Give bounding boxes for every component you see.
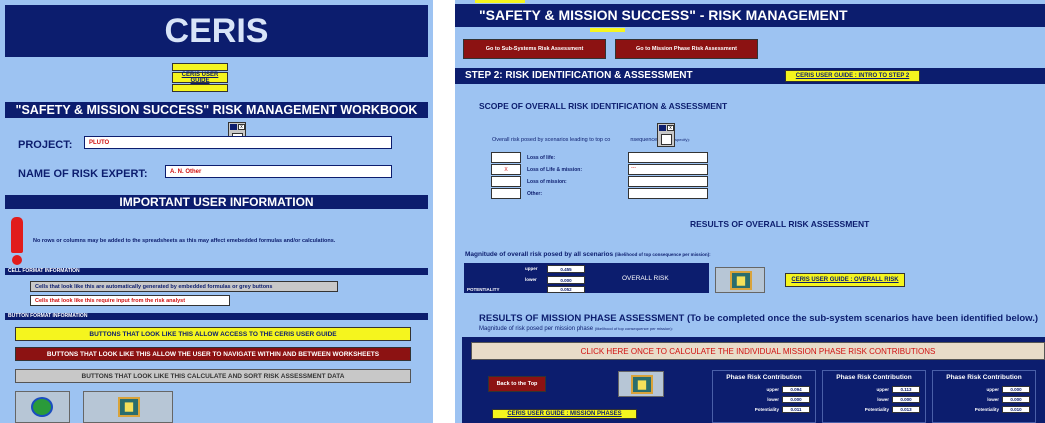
- check-cell[interactable]: X: [491, 164, 521, 175]
- grey-button-example[interactable]: BUTTONS THAT LOOK LIKE THIS CALCULATE AN…: [15, 369, 411, 383]
- phase-title: Phase Risk Contribution: [946, 374, 1022, 381]
- calculate-contributions-button[interactable]: CLICK HERE ONCE TO CALCULATE THE INDIVID…: [471, 342, 1045, 360]
- go-to-subsystems-button[interactable]: Go to Sub-Systems Risk Assessment: [463, 39, 606, 59]
- chart-icon: ▆: [118, 397, 140, 417]
- warning-text: No rows or columns may be added to the s…: [33, 238, 336, 244]
- spec-cell[interactable]: [628, 176, 708, 187]
- warning-exclamation-icon: [11, 217, 23, 253]
- globe-tool-icon: [31, 397, 53, 417]
- mission-phase-sub: Magnitude of risk posed per mission phas…: [479, 326, 673, 332]
- warning-exclamation-dot: [12, 255, 22, 265]
- cell-auto-example: Cells that look like this are automatica…: [30, 281, 338, 292]
- back-to-top-button[interactable]: Back to the Top: [488, 376, 546, 392]
- phase-upper-value: 0.094: [782, 386, 810, 393]
- phase-upper-value: 0.113: [892, 386, 920, 393]
- phase-title: Phase Risk Contribution: [726, 374, 802, 381]
- guide-overall-risk-button[interactable]: CERIS USER GUIDE : OVERALL RISK: [785, 273, 905, 287]
- ceris-title: CERIS: [5, 5, 428, 57]
- button-format-heading: BUTTON FORMAT INFORMATION: [5, 313, 428, 320]
- check-label: Loss of Life & mission:: [527, 167, 583, 173]
- cell-input-example: Cells that look like this require input …: [30, 295, 230, 306]
- chart-icon: ▆: [730, 271, 752, 290]
- lower-value: 0.000: [547, 276, 585, 284]
- red-button-example[interactable]: BUTTONS THAT LOOK LIKE THIS ALLOW THE US…: [15, 347, 411, 361]
- guide-mission-phases-button[interactable]: CERIS USER GUIDE : MISSION PHASES: [492, 409, 637, 419]
- overall-risk-block: [464, 263, 709, 293]
- phase-upper-label: upper: [876, 387, 889, 392]
- potentiality-label: POTENTIALITY: [467, 287, 500, 292]
- spec-cell[interactable]: ---: [628, 164, 708, 175]
- project-label: PROJECT:: [18, 139, 73, 151]
- cell-format-heading: CELL FORMAT INFORMATION: [5, 268, 428, 275]
- spec-cell[interactable]: [628, 188, 708, 199]
- guide-step2-button[interactable]: CERIS USER GUIDE : INTRO TO STEP 2: [785, 70, 920, 82]
- phase-lower-value: 0.000: [782, 396, 810, 403]
- phase-pot-label: Potentiality: [974, 407, 999, 412]
- results-heading: RESULTS OF OVERALL RISK ASSESSMENT: [690, 219, 870, 229]
- phase-pot-value: 0.013: [892, 406, 920, 413]
- phase-pot-value: 0.011: [782, 406, 810, 413]
- overall-risk-label: OVERALL RISK: [622, 275, 669, 282]
- right-worksheet: "SAFETY & MISSION SUCCESS" - RISK MANAGE…: [455, 0, 1045, 423]
- check-label: Other:: [527, 191, 542, 197]
- user-guide-spacer-bottom: [172, 84, 228, 92]
- globe-tool-button[interactable]: [15, 391, 70, 423]
- expert-label: NAME OF RISK EXPERT:: [18, 168, 148, 180]
- mission-phase-heading: RESULTS OF MISSION PHASE ASSESSMENT (To …: [479, 313, 1039, 324]
- phase-pot-label: Potentiality: [864, 407, 889, 412]
- phase-lower-value: 0.000: [892, 396, 920, 403]
- chart-icon: ▆: [631, 375, 653, 394]
- check-label: Loss of life:: [527, 155, 556, 161]
- yellow-button-example[interactable]: BUTTONS THAT LOOK LIKE THIS ALLOW ACCESS…: [15, 327, 411, 341]
- phase-column: Phase Risk Contribution upper 0.000 lowe…: [932, 370, 1036, 423]
- phase-upper-value: 0.000: [1002, 386, 1030, 393]
- chart-tool-button[interactable]: ▆: [83, 391, 173, 423]
- top-yellow-strip: [475, 0, 525, 3]
- expert-input[interactable]: A. N. Other: [165, 165, 392, 178]
- magnitude-text: Magnitude of overall risk posed by all s…: [465, 251, 711, 258]
- user-guide-spacer-top: [172, 63, 228, 71]
- phase-title: Phase Risk Contribution: [836, 374, 912, 381]
- phase-lower-label: lower: [877, 397, 889, 402]
- spec-cell[interactable]: [628, 152, 708, 163]
- phase-upper-label: upper: [766, 387, 779, 392]
- project-input[interactable]: PLUTO: [84, 136, 392, 149]
- left-worksheet: CERIS CERIS USER GUIDE "SAFETY & MISSION…: [0, 0, 433, 423]
- go-to-mission-phase-button[interactable]: Go to Mission Phase Risk Assessment: [615, 39, 758, 59]
- yellow-strip-2: [590, 28, 625, 32]
- phase-pot-value: 0.010: [1002, 406, 1030, 413]
- potentiality-value: 0.052: [547, 286, 585, 293]
- mission-phase-chart-button[interactable]: ▆: [618, 371, 664, 397]
- check-label: Loss of mission:: [527, 179, 567, 185]
- check-cell[interactable]: [491, 188, 521, 199]
- ceris-user-guide-button[interactable]: CERIS USER GUIDE: [172, 72, 228, 84]
- phase-upper-label: upper: [986, 387, 999, 392]
- risk-management-title: "SAFETY & MISSION SUCCESS" - RISK MANAGE…: [455, 4, 1045, 27]
- overall-risk-chart-button[interactable]: ▆: [715, 267, 765, 293]
- phase-column: Phase Risk Contribution upper 0.113 lowe…: [822, 370, 926, 423]
- step2-heading: STEP 2: RISK IDENTIFICATION & ASSESSMENT: [455, 68, 1045, 84]
- upper-label: upper: [525, 266, 538, 271]
- workbook-title: "SAFETY & MISSION SUCCESS" RISK MANAGEME…: [5, 102, 428, 118]
- phase-lower-label: lower: [767, 397, 779, 402]
- phase-lower-value: 0.000: [1002, 396, 1030, 403]
- phase-lower-label: lower: [987, 397, 999, 402]
- mini-toolbar-icon[interactable]: x: [657, 123, 675, 147]
- important-info-heading: IMPORTANT USER INFORMATION: [5, 195, 428, 209]
- phase-column: Phase Risk Contribution upper 0.094 lowe…: [712, 370, 816, 423]
- check-cell[interactable]: [491, 176, 521, 187]
- upper-value: 0.455: [547, 265, 585, 273]
- check-cell[interactable]: [491, 152, 521, 163]
- lower-label: lower: [525, 277, 537, 282]
- phase-pot-label: Potentiality: [754, 407, 779, 412]
- scope-heading: SCOPE OF OVERALL RISK IDENTIFICATION & A…: [479, 101, 728, 111]
